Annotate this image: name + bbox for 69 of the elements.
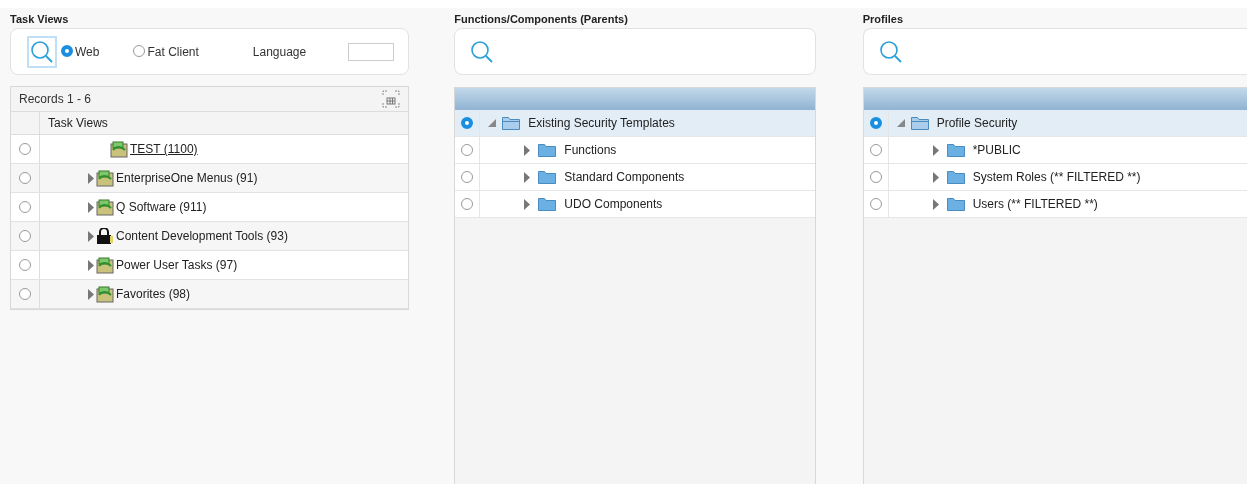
task-folder-icon bbox=[96, 169, 114, 187]
radio-label: Fat Client bbox=[147, 44, 199, 59]
task-view-item[interactable]: Power User Tasks (97) bbox=[116, 258, 238, 272]
radio-button[interactable] bbox=[61, 44, 73, 57]
expand-triangle-icon[interactable] bbox=[932, 144, 939, 156]
radio-button[interactable] bbox=[19, 172, 31, 184]
expand-triangle-icon[interactable] bbox=[524, 144, 531, 156]
task-view-item[interactable]: EnterpriseOne Menus (91) bbox=[116, 171, 258, 185]
search-icon bbox=[878, 39, 903, 64]
task-link[interactable]: TEST (1100) bbox=[130, 142, 198, 156]
tree-item[interactable]: *PUBLIC bbox=[972, 143, 1021, 157]
expand-triangle-icon[interactable] bbox=[524, 171, 531, 183]
folder-icon bbox=[946, 197, 965, 211]
expand-triangle-icon[interactable] bbox=[932, 198, 939, 210]
lock-icon bbox=[96, 227, 114, 245]
tree-item[interactable]: UDO Components bbox=[564, 197, 663, 211]
radio-button[interactable] bbox=[461, 171, 474, 183]
tree-item[interactable]: Users (** FILTERED **) bbox=[972, 197, 1098, 211]
radio-button[interactable] bbox=[133, 44, 146, 57]
task-folder-icon bbox=[96, 285, 114, 303]
records-count: Records 1 - 6 bbox=[19, 92, 92, 106]
tree-item[interactable]: Profile Security bbox=[936, 116, 1018, 130]
folder-icon bbox=[502, 116, 521, 130]
task-folder-icon bbox=[96, 256, 114, 274]
folder-icon bbox=[946, 143, 965, 157]
radio-button[interactable] bbox=[19, 259, 31, 271]
expand-triangle-icon[interactable] bbox=[524, 198, 531, 210]
radio-button[interactable] bbox=[461, 117, 474, 129]
folder-icon bbox=[946, 170, 965, 184]
folder-icon bbox=[538, 197, 557, 211]
radio-button[interactable] bbox=[869, 144, 882, 156]
collapse-triangle-icon[interactable] bbox=[488, 119, 497, 127]
expand-triangle-icon[interactable] bbox=[88, 259, 94, 271]
radio-button[interactable] bbox=[19, 201, 31, 213]
radio-button[interactable] bbox=[19, 230, 31, 242]
radio-button[interactable] bbox=[869, 171, 882, 183]
language-label: Language bbox=[252, 44, 307, 59]
radio-button[interactable] bbox=[869, 117, 882, 129]
task-folder-icon bbox=[110, 140, 128, 158]
expand-triangle-icon[interactable] bbox=[88, 230, 94, 242]
task-folder-icon bbox=[96, 198, 114, 216]
search-icon bbox=[30, 39, 54, 64]
folder-icon bbox=[538, 170, 557, 184]
expand-table-icon[interactable] bbox=[382, 90, 401, 108]
expand-triangle-icon[interactable] bbox=[932, 171, 939, 183]
panel-title: Functions/Components (Parents) bbox=[454, 12, 629, 27]
expand-triangle-icon[interactable] bbox=[88, 172, 94, 184]
radio-button[interactable] bbox=[461, 198, 474, 210]
column-header: Task Views bbox=[47, 115, 108, 132]
search-button[interactable] bbox=[27, 35, 57, 68]
expand-triangle-icon[interactable] bbox=[88, 288, 94, 300]
task-view-item[interactable]: Q Software (911) bbox=[116, 200, 207, 214]
tree-item[interactable]: Standard Components bbox=[564, 170, 685, 184]
folder-icon bbox=[910, 116, 929, 130]
task-view-item[interactable]: Favorites (98) bbox=[116, 287, 191, 301]
radio-button[interactable] bbox=[19, 143, 31, 155]
panel-title: Profiles bbox=[862, 12, 905, 27]
folder-icon bbox=[538, 143, 557, 157]
radio-button[interactable] bbox=[19, 288, 31, 300]
radio-button[interactable] bbox=[461, 144, 474, 156]
radio-button[interactable] bbox=[869, 198, 882, 210]
search-icon bbox=[470, 39, 495, 64]
radio-label: Web bbox=[75, 44, 100, 59]
task-view-item[interactable]: Content Development Tools (93) bbox=[116, 229, 288, 243]
tree-item[interactable]: Functions bbox=[564, 143, 617, 157]
collapse-triangle-icon[interactable] bbox=[896, 119, 905, 127]
panel-title: Task Views bbox=[10, 12, 70, 27]
language-field[interactable] bbox=[348, 42, 395, 61]
expand-triangle-icon[interactable] bbox=[88, 201, 94, 213]
